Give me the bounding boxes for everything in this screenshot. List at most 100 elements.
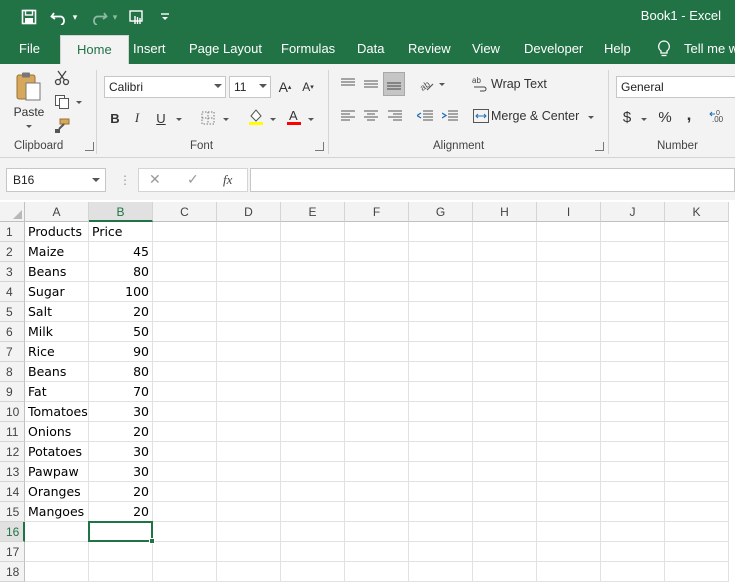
cell-e18[interactable] <box>281 562 345 582</box>
cell-f16[interactable] <box>345 522 409 542</box>
cell-i17[interactable] <box>537 542 601 562</box>
cell-k5[interactable] <box>665 302 729 322</box>
cell-j10[interactable] <box>601 402 665 422</box>
wrap-text-button[interactable]: Wrap Text <box>491 74 549 94</box>
fill-color-dropdown-icon[interactable] <box>270 118 276 121</box>
cell-k3[interactable] <box>665 262 729 282</box>
fill-color-icon[interactable] <box>245 106 267 126</box>
cell-e14[interactable] <box>281 482 345 502</box>
format-painter-icon[interactable] <box>52 116 72 136</box>
number-format-combo[interactable]: General <box>616 76 735 98</box>
tab-insert[interactable]: Insert <box>133 34 166 64</box>
cell-c8[interactable] <box>153 362 217 382</box>
row-header-15[interactable]: 15 <box>0 502 25 522</box>
cell-k18[interactable] <box>665 562 729 582</box>
cell-k9[interactable] <box>665 382 729 402</box>
underline-button[interactable]: U <box>152 108 170 128</box>
cell-k10[interactable] <box>665 402 729 422</box>
cell-f11[interactable] <box>345 422 409 442</box>
cell-k13[interactable] <box>665 462 729 482</box>
cell-b1[interactable]: Price <box>89 222 153 242</box>
cell-h1[interactable] <box>473 222 537 242</box>
cell-i9[interactable] <box>537 382 601 402</box>
cell-g14[interactable] <box>409 482 473 502</box>
orientation-icon[interactable]: ab <box>416 74 436 94</box>
cell-d17[interactable] <box>217 542 281 562</box>
row-header-18[interactable]: 18 <box>0 562 25 582</box>
row-header-1[interactable]: 1 <box>0 222 25 242</box>
cell-g9[interactable] <box>409 382 473 402</box>
cell-f7[interactable] <box>345 342 409 362</box>
cell-j18[interactable] <box>601 562 665 582</box>
row-header-6[interactable]: 6 <box>0 322 25 342</box>
tab-view[interactable]: View <box>472 34 500 64</box>
row-header-8[interactable]: 8 <box>0 362 25 382</box>
cell-a2[interactable]: Maize <box>25 242 89 262</box>
cell-h10[interactable] <box>473 402 537 422</box>
cell-j14[interactable] <box>601 482 665 502</box>
cell-c15[interactable] <box>153 502 217 522</box>
cell-e4[interactable] <box>281 282 345 302</box>
cell-b3[interactable]: 80 <box>89 262 153 282</box>
cell-h8[interactable] <box>473 362 537 382</box>
cell-c10[interactable] <box>153 402 217 422</box>
column-header-b[interactable]: B <box>89 202 153 222</box>
align-left-icon[interactable] <box>338 106 358 126</box>
cell-b18[interactable] <box>89 562 153 582</box>
cell-f1[interactable] <box>345 222 409 242</box>
cell-h7[interactable] <box>473 342 537 362</box>
bold-button[interactable]: B <box>106 108 124 128</box>
cell-j16[interactable] <box>601 522 665 542</box>
cell-g6[interactable] <box>409 322 473 342</box>
cell-b7[interactable]: 90 <box>89 342 153 362</box>
fill-handle[interactable] <box>149 538 155 544</box>
cell-j7[interactable] <box>601 342 665 362</box>
cell-f2[interactable] <box>345 242 409 262</box>
cell-k15[interactable] <box>665 502 729 522</box>
cell-f8[interactable] <box>345 362 409 382</box>
cell-e15[interactable] <box>281 502 345 522</box>
cell-d14[interactable] <box>217 482 281 502</box>
column-header-f[interactable]: F <box>345 202 409 222</box>
borders-dropdown-icon[interactable] <box>223 118 229 121</box>
cell-h16[interactable] <box>473 522 537 542</box>
cell-a10[interactable]: Tomatoes <box>25 402 89 422</box>
cell-h17[interactable] <box>473 542 537 562</box>
cell-a7[interactable]: Rice <box>25 342 89 362</box>
font-color-dropdown-icon[interactable] <box>308 118 314 121</box>
select-all-corner[interactable] <box>0 202 25 222</box>
cell-f6[interactable] <box>345 322 409 342</box>
cell-j9[interactable] <box>601 382 665 402</box>
cell-f18[interactable] <box>345 562 409 582</box>
cell-k11[interactable] <box>665 422 729 442</box>
cell-b17[interactable] <box>89 542 153 562</box>
row-header-7[interactable]: 7 <box>0 342 25 362</box>
redo-icon[interactable] <box>88 6 110 28</box>
cell-f14[interactable] <box>345 482 409 502</box>
cell-a17[interactable] <box>25 542 89 562</box>
cell-h6[interactable] <box>473 322 537 342</box>
cell-f3[interactable] <box>345 262 409 282</box>
tab-file[interactable]: File <box>19 34 40 64</box>
row-header-5[interactable]: 5 <box>0 302 25 322</box>
copy-icon[interactable] <box>52 92 72 112</box>
cell-g10[interactable] <box>409 402 473 422</box>
cell-g12[interactable] <box>409 442 473 462</box>
orientation-dropdown-icon[interactable] <box>439 83 445 86</box>
touch-mode-icon[interactable] <box>126 6 148 28</box>
cell-d10[interactable] <box>217 402 281 422</box>
copy-dropdown-icon[interactable] <box>76 101 82 104</box>
cut-icon[interactable] <box>52 68 72 88</box>
column-header-a[interactable]: A <box>25 202 89 222</box>
cell-d5[interactable] <box>217 302 281 322</box>
cell-d8[interactable] <box>217 362 281 382</box>
cell-c4[interactable] <box>153 282 217 302</box>
cell-b12[interactable]: 30 <box>89 442 153 462</box>
cell-h4[interactable] <box>473 282 537 302</box>
cell-c2[interactable] <box>153 242 217 262</box>
cell-i3[interactable] <box>537 262 601 282</box>
cell-e6[interactable] <box>281 322 345 342</box>
cell-c16[interactable] <box>153 522 217 542</box>
increase-font-size-icon[interactable]: A ▴ <box>276 76 294 98</box>
cell-g15[interactable] <box>409 502 473 522</box>
